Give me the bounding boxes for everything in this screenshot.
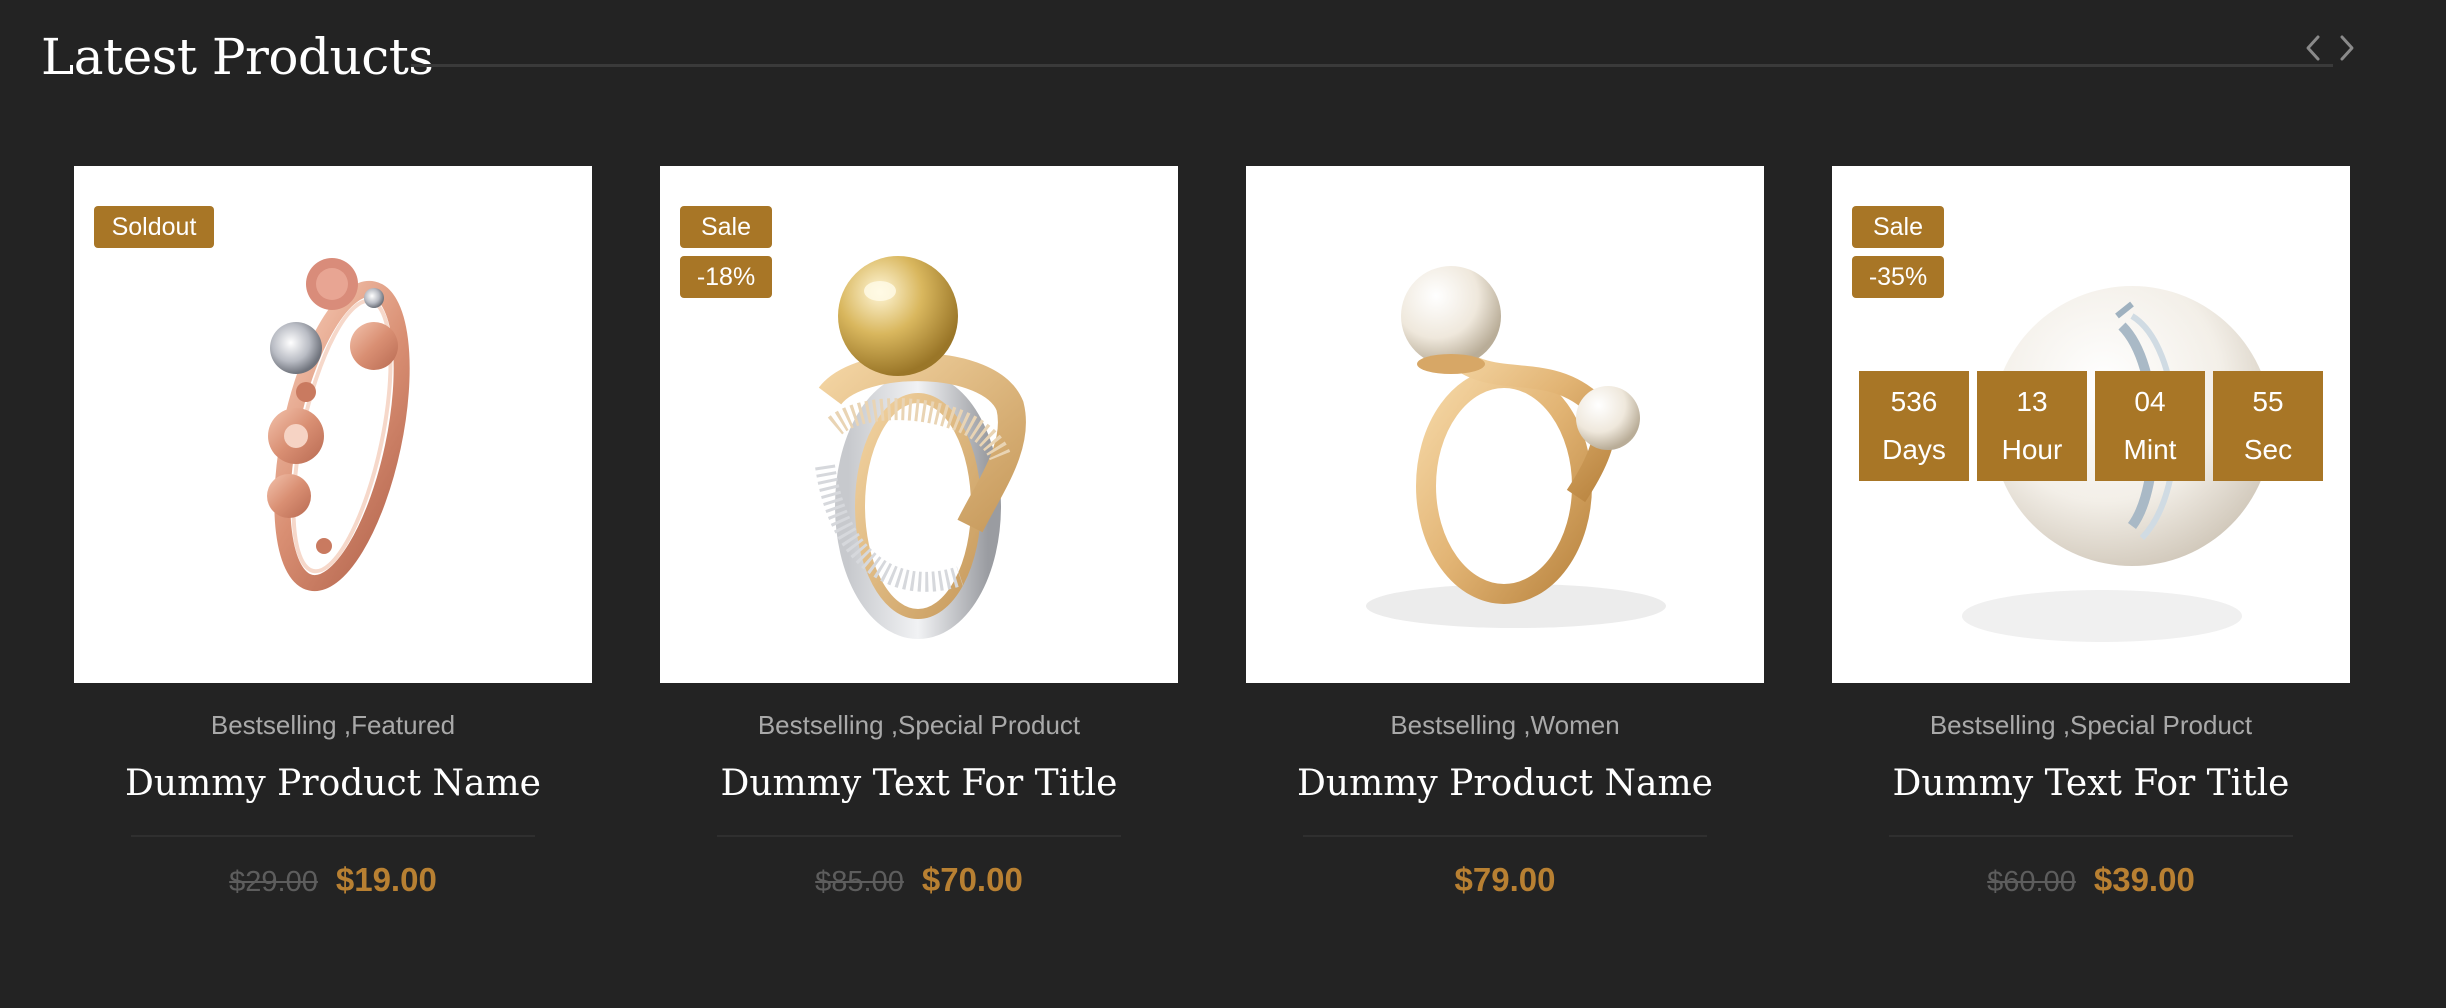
countdown-unit: Hour xyxy=(2001,434,2063,465)
countdown-days: 536 Days xyxy=(1859,371,1969,481)
sale-badge: Sale xyxy=(1852,206,1944,248)
current-price: $79.00 xyxy=(1454,861,1556,898)
countdown-value: 536 xyxy=(1890,386,1938,417)
carousel-prev-button[interactable] xyxy=(2301,32,2325,64)
current-price: $70.00 xyxy=(921,861,1023,898)
product-card: Soldout Bestselling ,Featured Dummy Prod… xyxy=(74,166,592,911)
carousel-next-button[interactable] xyxy=(2335,32,2359,64)
product-title[interactable]: Dummy Product Name xyxy=(125,759,541,809)
countdown-minutes: 04 Mint xyxy=(2095,371,2205,481)
category-link[interactable]: Bestselling xyxy=(758,710,884,740)
countdown-value: 13 xyxy=(2016,386,2048,417)
product-image[interactable]: Sale -18% xyxy=(660,166,1178,683)
countdown-unit: Sec xyxy=(2243,434,2293,465)
product-card: Sale -35% 536 Days 13 Hour 04 Mint 55 Se… xyxy=(1832,166,2350,911)
chevron-left-icon xyxy=(2306,35,2320,61)
countdown-timer: 536 Days 13 Hour 04 Mint 55 Sec xyxy=(1859,371,2323,481)
product-card: Sale -18% Bestselling ,Special Product D… xyxy=(660,166,1178,911)
product-image[interactable]: Sale -35% 536 Days 13 Hour 04 Mint 55 Se… xyxy=(1832,166,2350,683)
title-divider xyxy=(411,64,2333,67)
product-divider xyxy=(131,835,535,837)
old-price: $29.00 xyxy=(229,866,318,898)
product-categories: Bestselling ,Featured xyxy=(210,710,456,740)
section-header: Latest Products xyxy=(41,22,2361,102)
countdown-value: 55 xyxy=(2252,386,2284,417)
current-price: $19.00 xyxy=(335,861,437,898)
product-price: $29.00 $19.00 xyxy=(229,861,437,911)
old-price: $60.00 xyxy=(1987,866,2076,898)
discount-badge: -35% xyxy=(1852,256,1944,298)
category-link[interactable]: Bestselling xyxy=(211,710,337,740)
product-categories: Bestselling ,Special Product xyxy=(1929,710,2253,740)
discount-badge: -18% xyxy=(680,256,772,298)
sale-badge: Sale xyxy=(680,206,772,248)
product-divider xyxy=(1889,835,2293,837)
countdown-seconds: 55 Sec xyxy=(2213,371,2323,481)
twin-pearl-gold-ring-image xyxy=(1366,266,1666,628)
category-link[interactable]: Special Product xyxy=(2070,710,2252,740)
product-image[interactable]: Soldout xyxy=(74,166,592,683)
countdown-value: 04 xyxy=(2134,386,2166,417)
product-title[interactable]: Dummy Text For Title xyxy=(1893,759,2290,809)
carousel-nav xyxy=(2301,32,2359,64)
category-link[interactable]: Women xyxy=(1531,710,1620,740)
product-grid: Soldout Bestselling ,Featured Dummy Prod… xyxy=(74,166,2350,911)
product-divider xyxy=(717,835,1121,837)
product-title[interactable]: Dummy Text For Title xyxy=(721,759,1118,809)
product-price: $79.00 xyxy=(1455,861,1556,911)
category-link[interactable]: Bestselling xyxy=(1930,710,2056,740)
section-title: Latest Products xyxy=(41,28,434,86)
chevron-right-icon xyxy=(2340,35,2354,61)
product-price: $85.00 $70.00 xyxy=(815,861,1023,911)
soldout-badge: Soldout xyxy=(94,206,214,248)
product-image[interactable] xyxy=(1246,166,1764,683)
product-categories: Bestselling ,Women xyxy=(1390,710,1620,740)
current-price: $39.00 xyxy=(2093,861,2195,898)
countdown-hours: 13 Hour xyxy=(1977,371,2087,481)
product-categories: Bestselling ,Special Product xyxy=(757,710,1081,740)
old-price: $85.00 xyxy=(815,866,904,898)
product-title[interactable]: Dummy Product Name xyxy=(1297,759,1713,809)
category-link[interactable]: Special Product xyxy=(898,710,1080,740)
category-link[interactable]: Featured xyxy=(351,710,455,740)
category-link[interactable]: Bestselling xyxy=(1390,710,1516,740)
product-price: $60.00 $39.00 xyxy=(1987,861,2195,911)
product-divider xyxy=(1303,835,1707,837)
countdown-unit: Days xyxy=(1882,434,1946,465)
countdown-unit: Mint xyxy=(2123,434,2177,465)
product-card: Bestselling ,Women Dummy Product Name $7… xyxy=(1246,166,1764,911)
latest-products-section: Latest Products Soldout Bestselling ,Fea… xyxy=(0,0,2446,1008)
